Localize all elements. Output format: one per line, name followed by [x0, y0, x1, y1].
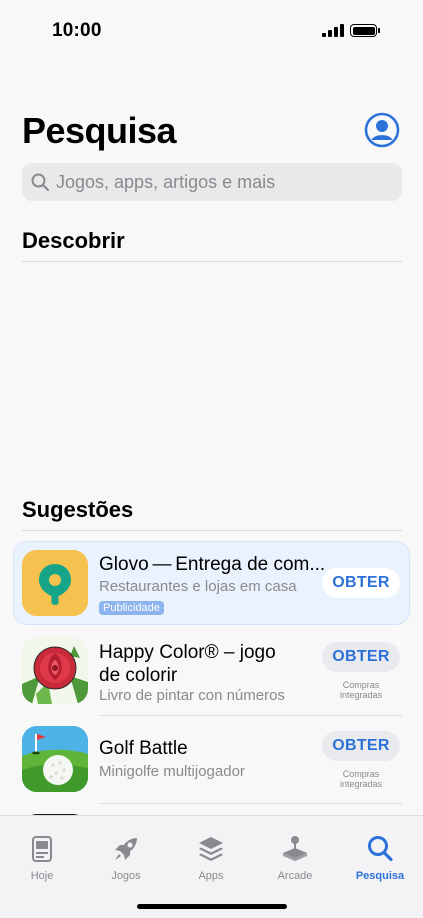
- app-name: Golf Battle: [99, 738, 188, 759]
- get-button[interactable]: OBTER: [322, 568, 400, 598]
- today-icon: [32, 836, 52, 862]
- search-icon: [368, 836, 393, 862]
- in-app-purchases-note: Compras integradas: [339, 680, 383, 700]
- app-name: Glovo — Entrega de com...: [99, 554, 326, 575]
- section-title-discover: Descobrir: [22, 228, 125, 253]
- joystick-icon: [283, 836, 307, 861]
- tab-label: Pesquisa: [355, 870, 405, 882]
- app-row[interactable]: Golf Battle Minigolfe multijogador OBTER…: [0, 722, 423, 804]
- tab-arcade[interactable]: Arcade: [253, 834, 337, 882]
- status-icons: [322, 24, 380, 37]
- status-bar: 10:00: [0, 0, 423, 60]
- ad-badge: Publicidade: [99, 601, 164, 615]
- get-button[interactable]: OBTER: [322, 642, 400, 672]
- page-title: Pesquisa: [22, 110, 177, 151]
- search-input[interactable]: [56, 171, 396, 193]
- golf-ball-icon: [22, 726, 88, 792]
- divider: [22, 261, 402, 262]
- home-indicator[interactable]: [137, 904, 287, 909]
- app-name: Happy Color® – jogo de colorir: [99, 642, 276, 686]
- app-subtitle: Livro de pintar con números: [99, 687, 285, 704]
- layers-icon: [199, 837, 223, 861]
- cellular-signal-icon: [322, 24, 344, 37]
- get-button[interactable]: OBTER: [322, 731, 400, 761]
- tab-label: Jogos: [111, 870, 141, 882]
- tab-today[interactable]: Hoje: [0, 834, 84, 882]
- row-divider: [99, 803, 402, 804]
- app-row-ad[interactable]: Glovo — Entrega de com... Restaurantes e…: [13, 541, 410, 625]
- tab-label: Hoje: [30, 870, 54, 882]
- in-app-purchases-note: Compras integradas: [339, 769, 383, 789]
- rocket-icon: [115, 838, 137, 860]
- tab-apps[interactable]: Apps: [169, 834, 253, 882]
- battery-icon: [350, 24, 380, 37]
- divider: [22, 530, 402, 531]
- tab-bar: Hoje Jogos Apps Arcade Pesquisa: [0, 815, 423, 918]
- section-title-suggestions: Sugestões: [22, 497, 134, 522]
- person-circle-icon[interactable]: [364, 112, 400, 148]
- app-subtitle: Restaurantes e lojas em casa: [99, 578, 297, 595]
- row-divider: [99, 715, 402, 716]
- tab-search[interactable]: Pesquisa: [338, 834, 422, 882]
- tab-label: Apps: [198, 870, 224, 882]
- search-bar[interactable]: [22, 163, 402, 201]
- rose-coloring-icon: [22, 638, 88, 704]
- app-row[interactable]: Happy Color® – jogo de colorir Livro de …: [0, 634, 423, 716]
- tab-games[interactable]: Jogos: [84, 834, 168, 882]
- search-icon: [31, 173, 50, 192]
- tab-label: Arcade: [277, 870, 313, 882]
- glovo-pin-icon: [22, 550, 88, 616]
- status-time: 10:00: [52, 20, 102, 41]
- app-subtitle: Minigolfe multijogador: [99, 763, 245, 780]
